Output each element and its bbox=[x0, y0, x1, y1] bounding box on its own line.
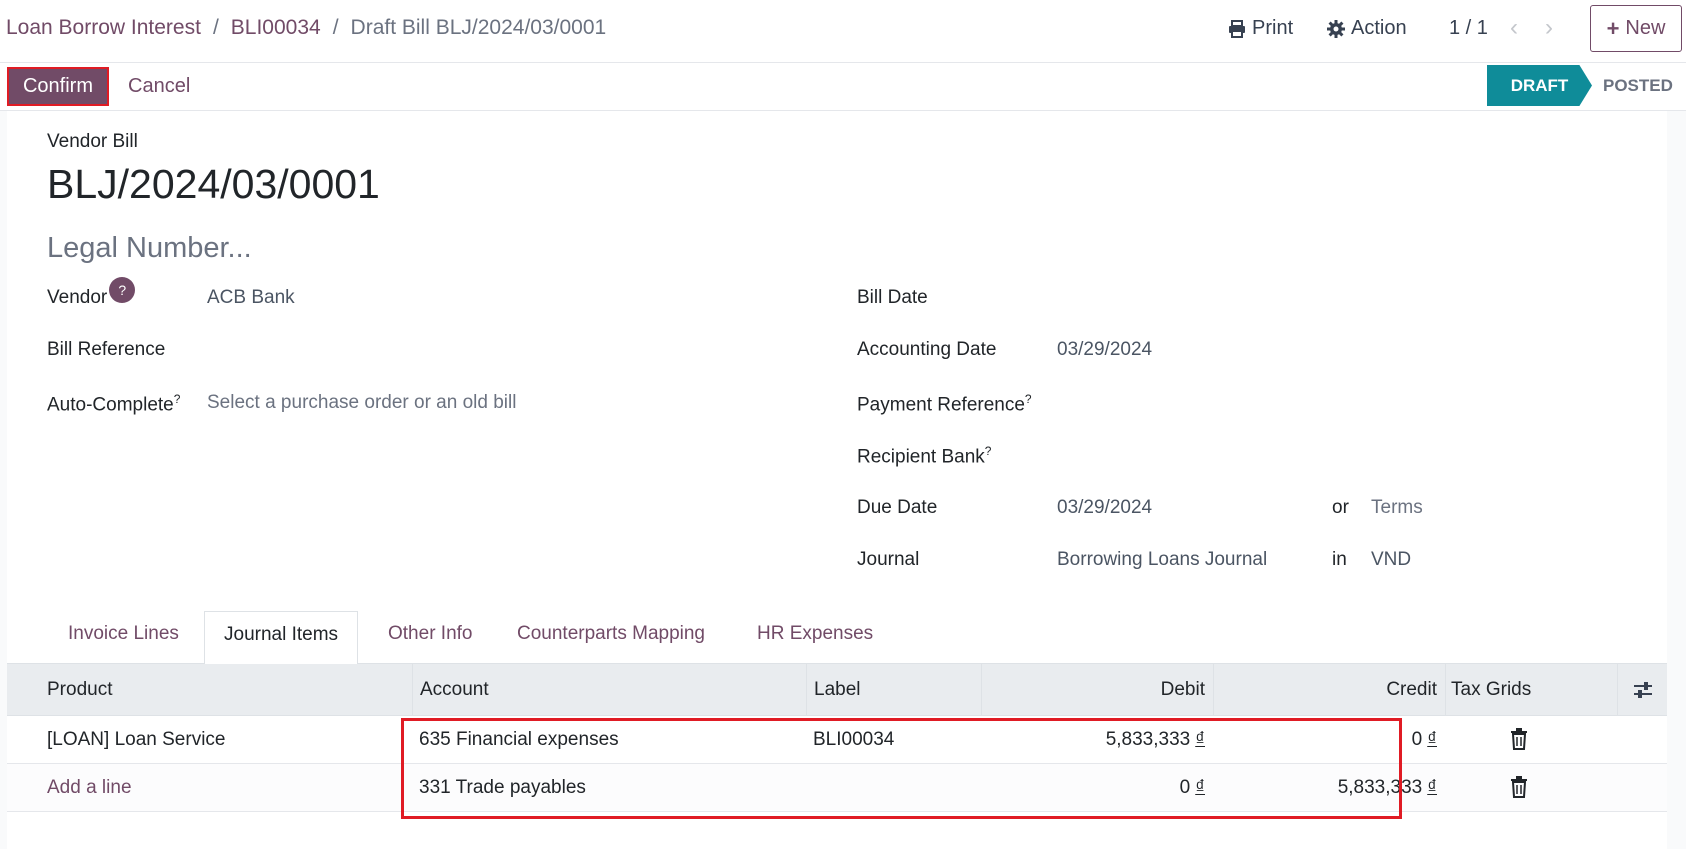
action-label: Action bbox=[1351, 17, 1407, 39]
bill-number: BLJ/2024/03/0001 bbox=[47, 161, 380, 207]
sliders-icon bbox=[1633, 682, 1652, 698]
accounting-date-field[interactable]: 03/29/2024 bbox=[1057, 339, 1152, 361]
tab-hr-expenses[interactable]: HR Expenses bbox=[757, 623, 873, 645]
breadcrumb: Loan Borrow Interest / BLI00034 / Draft Bill… bbox=[6, 16, 606, 40]
column-label[interactable]: Label bbox=[806, 664, 981, 716]
bill-reference-label: Bill Reference bbox=[47, 339, 166, 360]
payment-terms-input[interactable]: Terms bbox=[1371, 497, 1423, 519]
form-sheet: Vendor Bill BLJ/2024/03/0001 Legal Numbe… bbox=[7, 111, 1667, 849]
row-debit: 5,833,333 ₫ bbox=[1105, 729, 1205, 750]
bill-date-label: Bill Date bbox=[857, 287, 928, 308]
form-action-bar: Confirm Cancel DRAFT POSTED bbox=[0, 63, 1686, 111]
status-draft[interactable]: DRAFT bbox=[1487, 65, 1592, 106]
bill-type-label: Vendor Bill bbox=[47, 131, 138, 152]
notebook-tabs: Invoice Lines Journal Items Other Info C… bbox=[7, 611, 1667, 665]
chevron-left-icon[interactable]: ‹ bbox=[1510, 14, 1518, 42]
tab-invoice-lines[interactable]: Invoice Lines bbox=[68, 623, 179, 645]
row-product: [LOAN] Loan Service bbox=[47, 729, 226, 750]
accounting-date-label: Accounting Date bbox=[857, 339, 997, 360]
recipient-bank-label: Recipient Bank? bbox=[857, 444, 992, 468]
help-mark[interactable]: ? bbox=[174, 392, 181, 406]
currency-symbol: ₫ bbox=[1195, 729, 1205, 750]
payment-reference-label: Payment Reference? bbox=[857, 392, 1032, 416]
print-label: Print bbox=[1252, 17, 1294, 39]
new-button[interactable]: + New bbox=[1590, 5, 1682, 52]
row-account: 331 Trade payables bbox=[419, 777, 586, 798]
autocomplete-label: Auto-Complete? bbox=[47, 392, 181, 416]
journal-items-table-header: Product Account Label Debit Credit Tax G… bbox=[7, 664, 1667, 716]
trash-icon[interactable] bbox=[1510, 728, 1528, 750]
help-mark[interactable]: ? bbox=[985, 444, 992, 458]
gear-icon bbox=[1327, 19, 1345, 38]
bill-date-input[interactable] bbox=[1057, 281, 1617, 313]
cancel-button[interactable]: Cancel bbox=[128, 75, 190, 98]
breadcrumb-parent-link[interactable]: BLI00034 bbox=[231, 16, 321, 39]
column-tax-grids[interactable]: Tax Grids bbox=[1445, 664, 1617, 716]
row-credit: 5,833,333 ₫ bbox=[1337, 777, 1437, 798]
plus-icon: + bbox=[1606, 15, 1620, 41]
breadcrumb-separator: / bbox=[332, 16, 339, 39]
tab-counterparts-mapping[interactable]: Counterparts Mapping bbox=[517, 623, 705, 645]
tab-journal-items[interactable]: Journal Items bbox=[204, 611, 359, 665]
chevron-right-icon[interactable]: › bbox=[1545, 14, 1553, 42]
pager-value[interactable]: 1 / 1 bbox=[1449, 17, 1488, 40]
print-button[interactable]: Print bbox=[1228, 17, 1293, 40]
due-date-label: Due Date bbox=[857, 497, 938, 518]
control-panel: Loan Borrow Interest / BLI00034 / Draft Bill… bbox=[0, 0, 1686, 63]
legal-number-input[interactable]: Legal Number... bbox=[47, 232, 252, 265]
help-icon[interactable]: ? bbox=[109, 277, 136, 303]
journal-field[interactable]: Borrowing Loans Journal bbox=[1057, 549, 1267, 571]
column-debit[interactable]: Debit bbox=[981, 664, 1213, 716]
optional-columns-toggle[interactable] bbox=[1617, 664, 1667, 716]
vendor-field[interactable]: ACB Bank bbox=[207, 287, 295, 309]
journal-label: Journal bbox=[857, 549, 920, 570]
column-account[interactable]: Account bbox=[412, 664, 806, 716]
table-row[interactable]: [LOAN] Loan Service 635 Financial expens… bbox=[7, 716, 1667, 764]
table-row[interactable]: 331 Trade payables 0 ₫ 5,833,333 ₫ bbox=[7, 764, 1667, 812]
confirm-button[interactable]: Confirm bbox=[7, 67, 109, 106]
trash-icon[interactable] bbox=[1510, 776, 1528, 798]
row-credit: 0 ₫ bbox=[1411, 729, 1437, 750]
currency-symbol: ₫ bbox=[1427, 777, 1437, 798]
column-credit[interactable]: Credit bbox=[1213, 664, 1445, 716]
printer-icon bbox=[1229, 19, 1245, 38]
status-posted[interactable]: POSTED bbox=[1603, 76, 1673, 96]
journal-in-text: in bbox=[1332, 549, 1347, 570]
due-or-text: or bbox=[1332, 497, 1349, 518]
vendor-label: Vendor? bbox=[47, 277, 136, 313]
breadcrumb-separator: / bbox=[212, 16, 219, 39]
row-account: 635 Financial expenses bbox=[419, 729, 619, 750]
add-line-link[interactable]: Add a line bbox=[47, 777, 132, 799]
column-product[interactable]: Product bbox=[47, 664, 412, 716]
tab-other-info[interactable]: Other Info bbox=[388, 623, 473, 645]
recipient-bank-input[interactable] bbox=[1057, 438, 1617, 470]
new-label: New bbox=[1625, 17, 1666, 39]
autocomplete-input[interactable]: Select a purchase order or an old bill bbox=[207, 392, 516, 414]
currency-symbol: ₫ bbox=[1195, 777, 1205, 798]
row-debit: 0 ₫ bbox=[1179, 777, 1205, 798]
help-mark[interactable]: ? bbox=[1025, 392, 1032, 406]
row-label: BLI00034 bbox=[813, 729, 895, 750]
due-date-field[interactable]: 03/29/2024 bbox=[1057, 497, 1152, 519]
breadcrumb-root-link[interactable]: Loan Borrow Interest bbox=[6, 16, 201, 39]
breadcrumb-current: Draft Bill BLJ/2024/03/0001 bbox=[350, 16, 607, 39]
action-menu-button[interactable]: Action bbox=[1327, 17, 1407, 40]
currency-symbol: ₫ bbox=[1427, 729, 1437, 750]
currency-field[interactable]: VND bbox=[1371, 549, 1411, 571]
payment-reference-input[interactable] bbox=[1057, 386, 1617, 418]
bill-reference-input[interactable] bbox=[207, 333, 787, 365]
